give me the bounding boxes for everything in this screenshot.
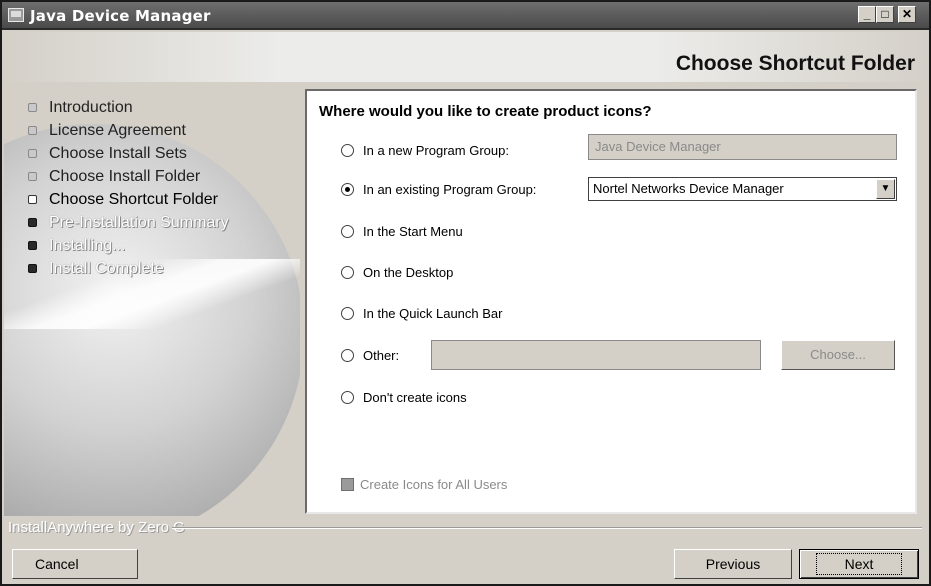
select-value: Nortel Networks Device Manager bbox=[593, 181, 784, 196]
previous-button[interactable]: Previous bbox=[674, 549, 792, 579]
option-label: Other: bbox=[363, 348, 400, 363]
other-path-field[interactable] bbox=[431, 340, 761, 370]
step-install-complete: Install Complete bbox=[28, 257, 229, 280]
step-bullet-icon bbox=[28, 195, 37, 204]
radio-dont-create[interactable] bbox=[341, 391, 354, 404]
option-other[interactable]: Other: bbox=[341, 348, 399, 363]
installer-window: Java Device Manager _ □ ✕ Choose Shortcu… bbox=[0, 0, 931, 586]
option-label: On the Desktop bbox=[363, 265, 454, 280]
step-bullet-icon bbox=[28, 149, 37, 158]
question-heading: Where would you like to create product i… bbox=[319, 103, 652, 120]
existing-program-group-select[interactable]: Nortel Networks Device Manager ▼ bbox=[588, 177, 897, 201]
close-button[interactable]: ✕ bbox=[898, 6, 916, 23]
option-dont-create[interactable]: Don't create icons bbox=[341, 390, 467, 405]
radio-new-program-group[interactable] bbox=[341, 144, 354, 157]
radio-quick-launch[interactable] bbox=[341, 307, 354, 320]
step-pre-installation-summary: Pre-Installation Summary bbox=[28, 211, 229, 234]
radio-desktop[interactable] bbox=[341, 266, 354, 279]
option-new-program-group[interactable]: In a new Program Group: bbox=[341, 143, 509, 158]
step-choose-install-folder: Choose Install Folder bbox=[28, 165, 229, 188]
step-installing: Installing... bbox=[28, 234, 229, 257]
radio-existing-program-group[interactable] bbox=[341, 183, 354, 196]
window-title: Java Device Manager bbox=[30, 7, 211, 25]
option-quick-launch[interactable]: In the Quick Launch Bar bbox=[341, 306, 502, 321]
radio-start-menu[interactable] bbox=[341, 225, 354, 238]
step-bullet-icon bbox=[28, 218, 37, 227]
option-existing-program-group[interactable]: In an existing Program Group: bbox=[341, 182, 536, 197]
all-users-option[interactable]: Create Icons for All Users bbox=[341, 477, 507, 492]
next-button[interactable]: Next bbox=[799, 549, 919, 579]
cancel-button[interactable]: Cancel bbox=[12, 549, 138, 579]
all-users-checkbox[interactable] bbox=[341, 478, 354, 491]
option-start-menu[interactable]: In the Start Menu bbox=[341, 224, 463, 239]
new-program-group-field[interactable]: Java Device Manager bbox=[588, 134, 897, 160]
option-label: In the Quick Launch Bar bbox=[363, 306, 503, 321]
option-label: In the Start Menu bbox=[363, 224, 463, 239]
step-list: Introduction License Agreement Choose In… bbox=[28, 96, 229, 280]
step-bullet-icon bbox=[28, 172, 37, 181]
next-button-label: Next bbox=[815, 553, 903, 575]
shortcut-options-panel: Where would you like to create product i… bbox=[305, 89, 917, 514]
radio-other[interactable] bbox=[341, 349, 354, 362]
maximize-button[interactable]: □ bbox=[876, 6, 894, 23]
option-label: In an existing Program Group: bbox=[363, 182, 537, 197]
step-introduction: Introduction bbox=[28, 96, 229, 119]
footer-divider bbox=[172, 527, 922, 529]
step-choose-install-sets: Choose Install Sets bbox=[28, 142, 229, 165]
step-choose-shortcut-folder: Choose Shortcut Folder bbox=[28, 188, 229, 211]
steps-panel: Introduction License Agreement Choose In… bbox=[4, 84, 300, 516]
page-title: Choose Shortcut Folder bbox=[675, 52, 915, 75]
step-bullet-icon bbox=[28, 264, 37, 273]
title-bar[interactable]: Java Device Manager _ □ ✕ bbox=[2, 2, 929, 30]
step-bullet-icon bbox=[28, 241, 37, 250]
step-bullet-icon bbox=[28, 126, 37, 135]
chevron-down-icon[interactable]: ▼ bbox=[876, 179, 895, 199]
option-label: Don't create icons bbox=[363, 390, 467, 405]
choose-button[interactable]: Choose... bbox=[781, 340, 895, 370]
minimize-button[interactable]: _ bbox=[858, 6, 876, 23]
option-desktop[interactable]: On the Desktop bbox=[341, 265, 453, 280]
step-license-agreement: License Agreement bbox=[28, 119, 229, 142]
installanywhere-brand: InstallAnywhere by Zero G bbox=[8, 519, 185, 536]
option-label: In a new Program Group: bbox=[363, 143, 509, 158]
app-icon bbox=[8, 8, 24, 22]
step-bullet-icon bbox=[28, 103, 37, 112]
all-users-label: Create Icons for All Users bbox=[360, 477, 508, 492]
